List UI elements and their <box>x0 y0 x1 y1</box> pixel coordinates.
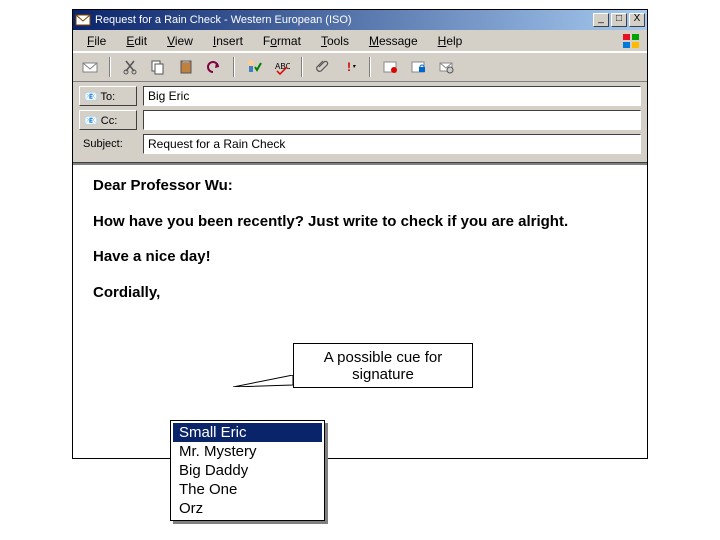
cc-row: 📧 Cc: <box>79 110 641 130</box>
signature-option-2[interactable]: Big Daddy <box>173 461 322 480</box>
window-title: Request for a Rain Check - Western Europ… <box>95 14 593 26</box>
cut-button[interactable] <box>119 56 141 78</box>
callout-connector <box>233 375 293 387</box>
toolbar: ABC ! <box>73 52 647 82</box>
copy-button[interactable] <box>147 56 169 78</box>
encrypt-button[interactable] <box>407 56 429 78</box>
close-button[interactable]: X <box>629 13 645 27</box>
toolbar-separator <box>369 57 371 77</box>
check-button[interactable] <box>243 56 265 78</box>
message-body[interactable]: Dear Professor Wu: How have you been rec… <box>73 166 647 458</box>
to-input[interactable] <box>143 86 641 106</box>
priority-button[interactable]: ! <box>339 56 361 78</box>
offline-button[interactable] <box>435 56 457 78</box>
window-buttons: _ □ X <box>593 13 645 27</box>
compose-window: Request for a Rain Check - Western Europ… <box>72 9 648 459</box>
subject-row: Subject: <box>79 134 641 154</box>
spelling-button[interactable]: ABC <box>271 56 293 78</box>
menu-view[interactable]: View <box>157 32 203 50</box>
menu-tools[interactable]: Tools <box>311 32 359 50</box>
to-row: 📧 To: <box>79 86 641 106</box>
cc-input[interactable] <box>143 110 641 130</box>
minimize-button[interactable]: _ <box>593 13 609 27</box>
signature-option-0[interactable]: Small Eric <box>173 423 322 442</box>
maximize-button[interactable]: □ <box>611 13 627 27</box>
signature-option-3[interactable]: The One <box>173 480 322 499</box>
toolbar-separator <box>301 57 303 77</box>
cc-button[interactable]: 📧 Cc: <box>79 110 137 130</box>
menubar: File Edit View Insert Format Tools Messa… <box>73 30 647 52</box>
callout-text: A possible cue for signature <box>298 349 468 383</box>
subject-label: Subject: <box>79 138 137 150</box>
sign-button[interactable] <box>379 56 401 78</box>
header-fields: 📧 To: 📧 Cc: Subject: <box>73 82 647 162</box>
to-button[interactable]: 📧 To: <box>79 86 137 106</box>
body-line2: Have a nice day! <box>93 247 627 267</box>
callout-box: A possible cue for signature <box>293 343 473 388</box>
body-greeting: Dear Professor Wu: <box>93 176 627 196</box>
menu-insert[interactable]: Insert <box>203 32 253 50</box>
subject-input[interactable] <box>143 134 641 154</box>
undo-button[interactable] <box>203 56 225 78</box>
titlebar: Request for a Rain Check - Western Europ… <box>73 10 647 30</box>
signature-option-4[interactable]: Orz <box>173 499 322 518</box>
signature-option-1[interactable]: Mr. Mystery <box>173 442 322 461</box>
body-closing: Cordially, <box>93 283 627 303</box>
menu-help[interactable]: Help <box>428 32 473 50</box>
menu-message[interactable]: Message <box>359 32 428 50</box>
body-line1: How have you been recently? Just write t… <box>93 212 627 232</box>
signature-popup: Small Eric Mr. Mystery Big Daddy The One… <box>170 420 325 521</box>
send-button[interactable] <box>79 56 101 78</box>
toolbar-separator <box>233 57 235 77</box>
app-icon <box>75 12 91 28</box>
windows-flag-icon <box>621 32 643 50</box>
svg-text:!: ! <box>347 60 351 74</box>
menu-edit[interactable]: Edit <box>116 32 157 50</box>
paste-button[interactable] <box>175 56 197 78</box>
menu-file[interactable]: File <box>77 32 116 50</box>
menu-format[interactable]: Format <box>253 32 311 50</box>
attach-button[interactable] <box>311 56 333 78</box>
toolbar-separator <box>109 57 111 77</box>
svg-text:ABC: ABC <box>275 62 290 71</box>
